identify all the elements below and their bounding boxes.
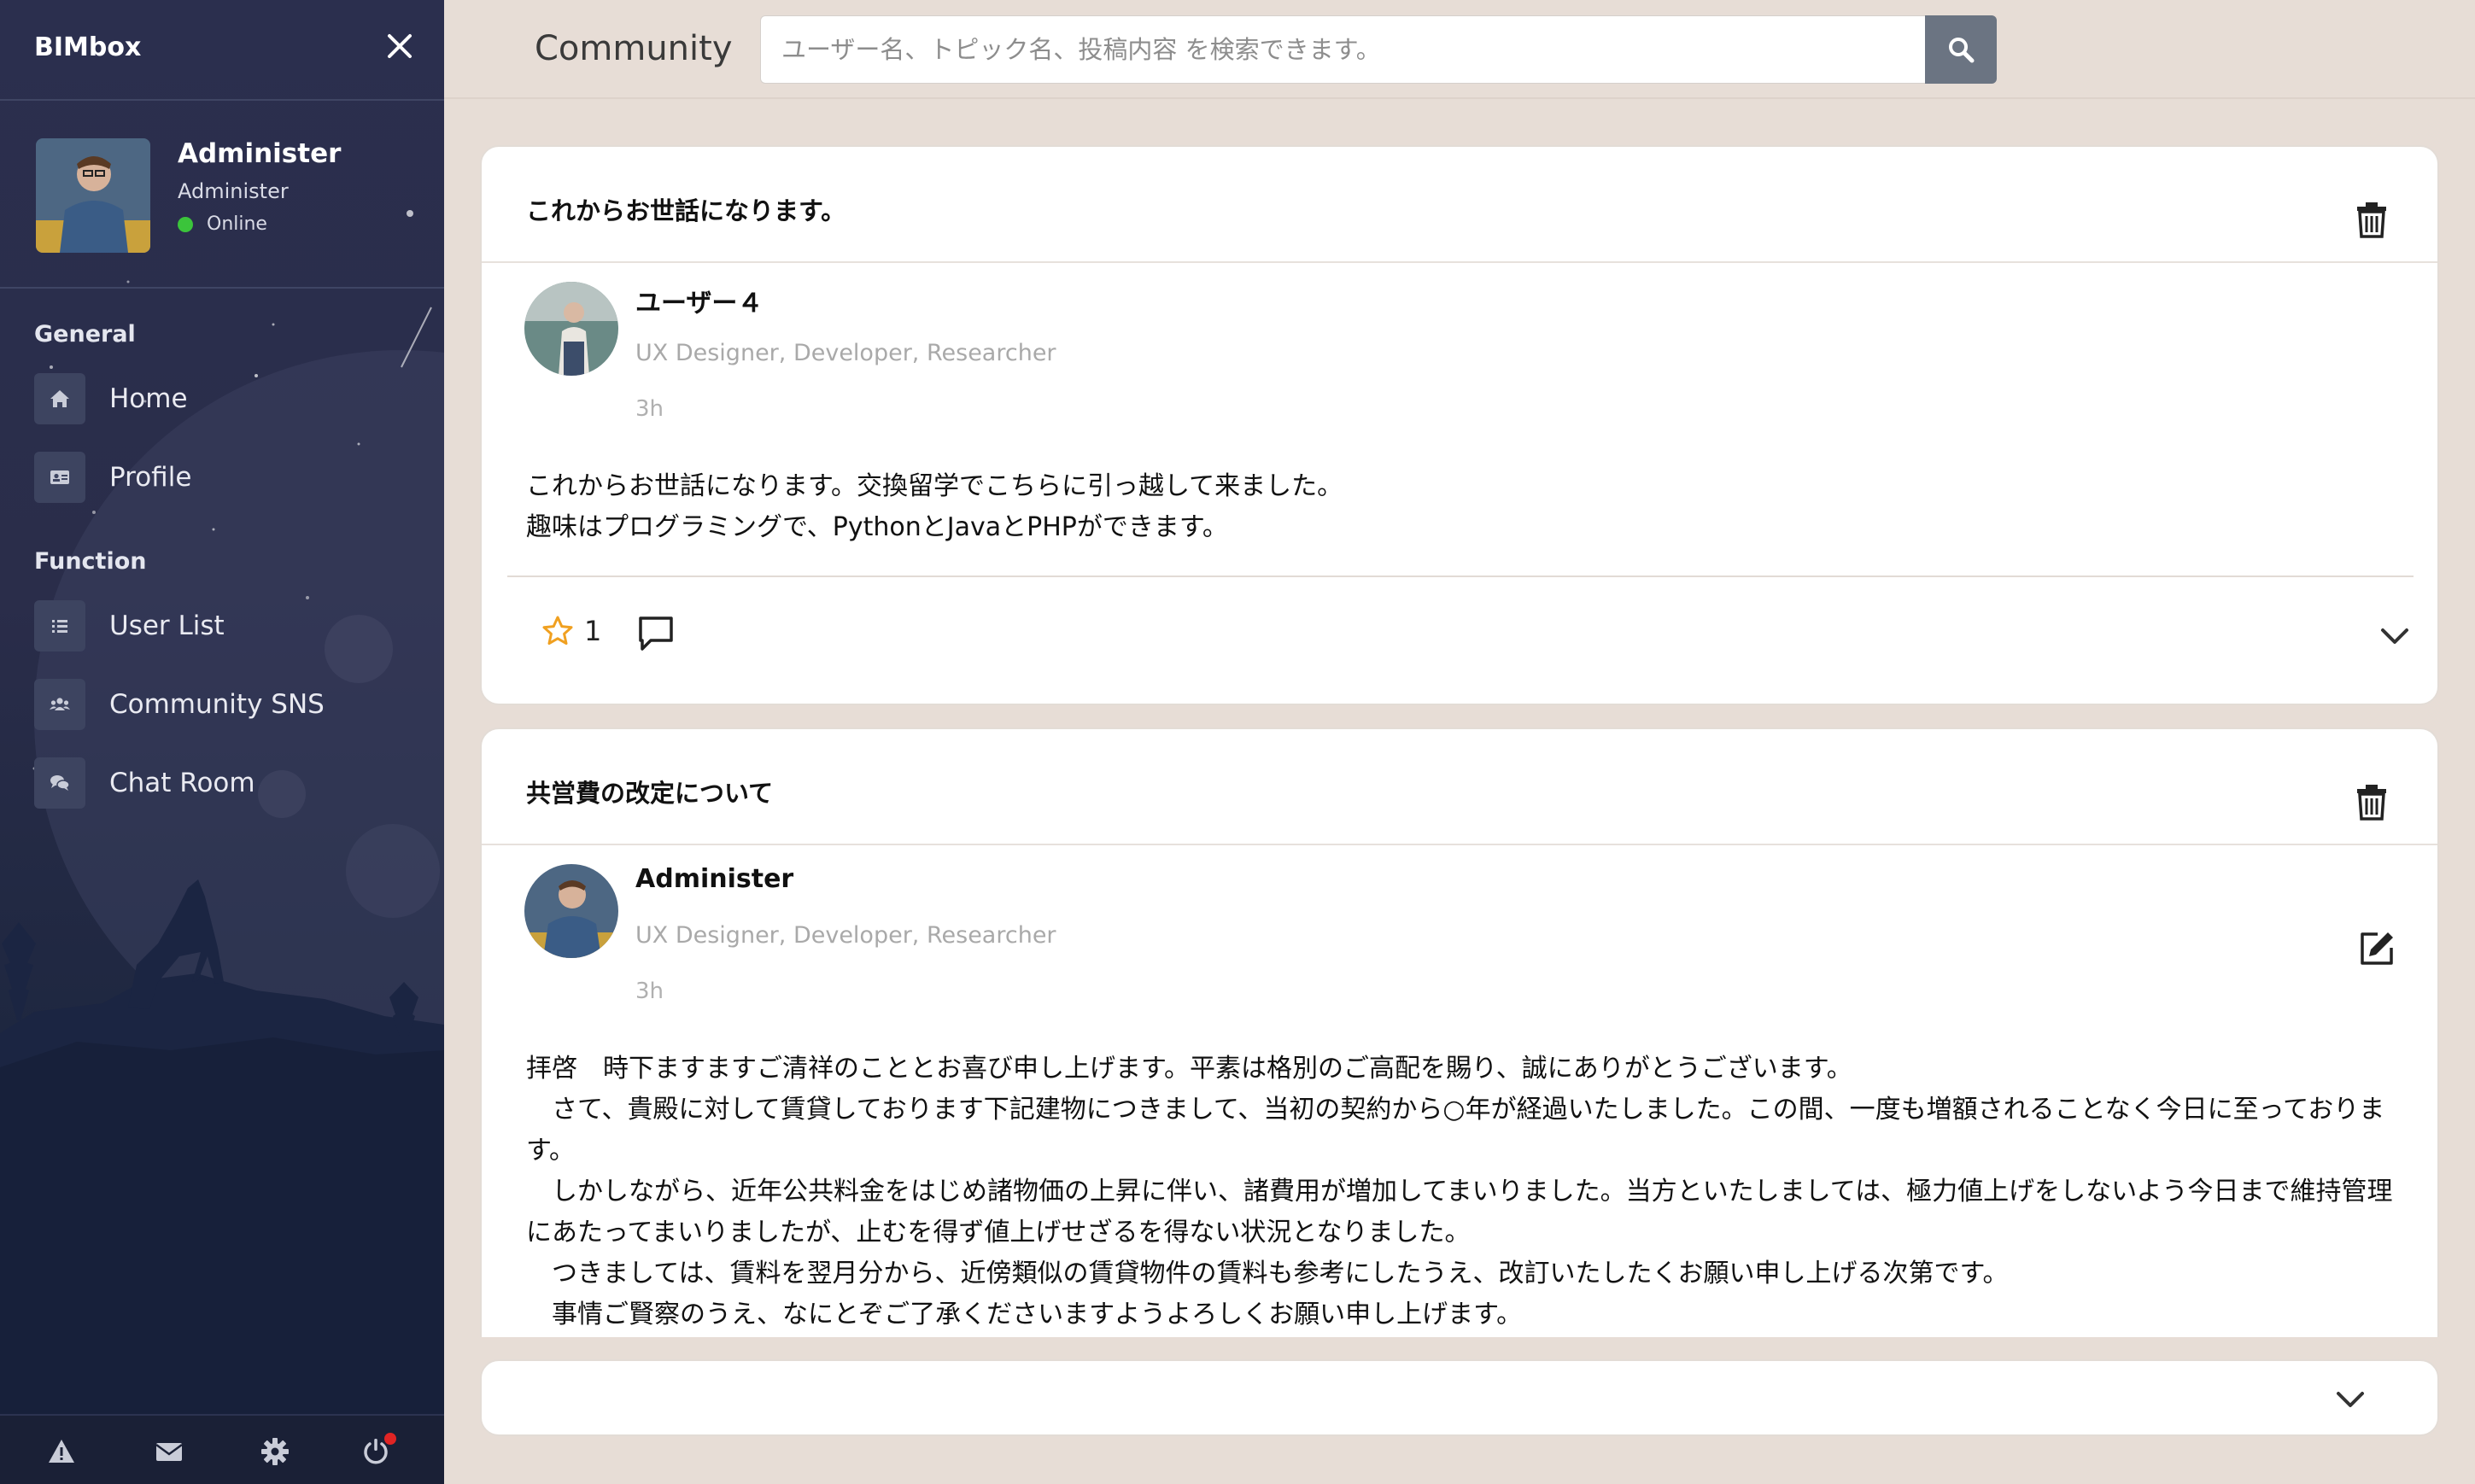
author-avatar[interactable] <box>524 282 618 376</box>
sidebar-item-user-list[interactable]: User List <box>34 599 410 652</box>
post-timestamp: 3h <box>635 979 664 1004</box>
sidebar-item-label: Chat Room <box>109 768 255 798</box>
close-sidebar-button[interactable] <box>383 29 417 63</box>
comment-button[interactable] <box>635 613 676 654</box>
post-actions: 1 <box>507 575 2414 704</box>
post-header: 共営費の改定について <box>482 729 2437 845</box>
chevron-down-icon <box>2381 628 2408 644</box>
author-role: UX Designer, Developer, Researcher <box>635 340 1056 366</box>
expand-post-button[interactable] <box>2332 1382 2369 1419</box>
sidebar-item-label: Community SNS <box>109 689 325 720</box>
post-card: 共営費の改定について Administer UX Designer, Devel… <box>480 727 2439 1337</box>
user-status: Online <box>178 213 267 235</box>
logout-button[interactable] <box>355 1431 396 1472</box>
author-photo-icon <box>524 282 618 376</box>
comment-icon <box>639 616 673 651</box>
user-name: Administer <box>178 138 342 169</box>
author-photo-icon <box>524 864 618 958</box>
nav-icon-box <box>34 600 85 651</box>
top-header: Community <box>444 0 2475 99</box>
user-photo-icon <box>36 138 150 253</box>
delete-post-button[interactable] <box>2354 782 2390 821</box>
search-button[interactable] <box>1925 15 1997 84</box>
list-icon <box>52 620 67 633</box>
sidebar-brand-bar: BIMbox <box>0 0 444 101</box>
online-status-dot <box>178 216 193 232</box>
post-title: これからお世話になります。 <box>526 196 846 225</box>
sidebar-item-label: Profile <box>109 462 192 493</box>
star-outline-icon <box>542 616 573 646</box>
post-title: 共営費の改定について <box>526 779 774 808</box>
sidebar-item-chat-room[interactable]: Chat Room <box>34 757 410 809</box>
sidebar-footer <box>0 1414 444 1484</box>
post-card-collapsed <box>480 1359 2439 1436</box>
messages-button[interactable] <box>149 1431 190 1472</box>
sidebar-item-profile[interactable]: Profile <box>34 451 410 504</box>
post-body: これからお世話になります。交換留学でこちらに引っ越して来ました。 趣味はプログラ… <box>526 471 1343 542</box>
nav-icon-box <box>34 452 85 503</box>
notification-badge <box>384 1433 396 1445</box>
edit-post-button[interactable] <box>2357 929 2396 968</box>
sidebar-item-label: Home <box>109 383 188 414</box>
id-card-icon <box>50 470 69 484</box>
star-button[interactable]: 1 <box>541 615 601 647</box>
nav-section-function: Function <box>34 548 147 575</box>
sidebar-item-home[interactable]: Home <box>34 372 410 425</box>
sidebar-item-label: User List <box>109 611 225 641</box>
page-title: Community <box>535 29 733 68</box>
nav-icon-box <box>34 757 85 809</box>
search-icon <box>1949 38 1975 63</box>
brand-logo: BIMbox <box>34 32 142 62</box>
author-role: UX Designer, Developer, Researcher <box>635 922 1056 949</box>
nav-icon-box <box>34 373 85 424</box>
author-name: Administer <box>635 864 794 894</box>
user-role: Administer <box>178 179 289 203</box>
settings-button[interactable] <box>255 1431 295 1472</box>
author-name: ユーザー４ <box>635 289 764 318</box>
sidebar-user-panel: Administer Administer Online <box>0 102 444 289</box>
chat-bubbles-icon <box>50 775 70 791</box>
sidebar: BIMbox Administer Administer Online Gene… <box>0 0 444 1484</box>
chevron-down-icon <box>2337 1392 2364 1407</box>
delete-post-button[interactable] <box>2354 200 2390 239</box>
author-avatar[interactable] <box>524 864 618 958</box>
avatar[interactable] <box>36 138 150 253</box>
alerts-button[interactable] <box>41 1431 82 1472</box>
post-header: これからお世話になります。 <box>482 147 2437 263</box>
trash-icon <box>2357 202 2386 238</box>
close-icon <box>388 34 412 58</box>
star-count: 1 <box>584 615 602 647</box>
nav-section-general: General <box>34 321 136 348</box>
nav-icon-box <box>34 679 85 730</box>
sidebar-item-community-sns[interactable]: Community SNS <box>34 678 410 731</box>
edit-icon <box>2361 932 2393 965</box>
gear-icon <box>261 1438 289 1465</box>
post-body: 拝啓 時下ますますご清祥のこととお喜び申し上げます。平素は格別のご高配を賜り、誠… <box>526 1054 2393 1329</box>
post-card: これからお世話になります。 ユーザー４ UX Designer, Develop… <box>480 145 2439 705</box>
home-icon <box>50 390 69 407</box>
expand-post-button[interactable] <box>2376 618 2414 656</box>
user-status-label: Online <box>207 213 267 235</box>
search-input[interactable] <box>760 15 1927 84</box>
post-timestamp: 3h <box>635 396 664 422</box>
trash-icon <box>2357 785 2386 821</box>
warning-icon <box>49 1440 74 1463</box>
users-icon <box>50 698 70 710</box>
envelope-icon <box>155 1443 183 1461</box>
